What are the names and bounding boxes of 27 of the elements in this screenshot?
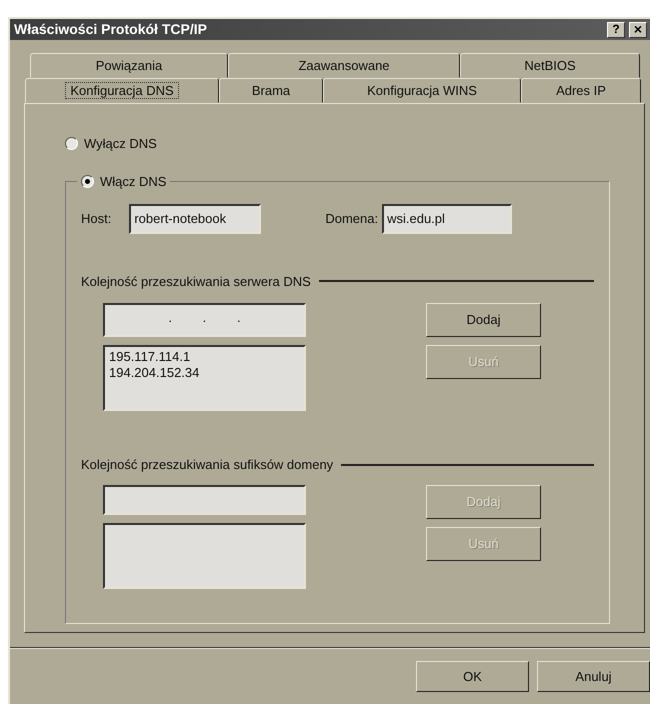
tab[interactable]: Brama — [219, 78, 323, 103]
cancel-button[interactable]: Anuluj — [537, 661, 650, 692]
tab[interactable]: Konfiguracja WINS — [323, 78, 521, 103]
close-button[interactable]: × — [629, 22, 647, 38]
tab[interactable]: NetBIOS — [460, 53, 640, 78]
section-heading: Kolejność przeszukiwania sufiksów domeny — [81, 456, 334, 474]
list-item[interactable]: 195.117.114.1 — [109, 349, 300, 365]
list-box[interactable] — [103, 522, 306, 588]
tab[interactable]: Powiązania — [30, 53, 228, 78]
tab[interactable]: Konfiguracja DNS — [25, 78, 219, 103]
tab[interactable]: Adres IP — [521, 78, 641, 103]
section-heading: Kolejność przeszukiwania serwera DNS — [81, 272, 311, 291]
radio-button[interactable]: Wyłącz DNS — [65, 134, 157, 154]
radio-button[interactable]: Włącz DNS — [81, 172, 166, 191]
window-title: Właściwości Protokół TCP/IP — [14, 20, 207, 39]
domain-field[interactable]: wsi.edu.pl — [382, 204, 512, 234]
host-label: Host: — [81, 210, 112, 228]
list-box[interactable]: 195.117.114.1 194.204.152.34 — [103, 345, 306, 411]
list-item[interactable]: 194.204.152.34 — [109, 365, 300, 381]
tab[interactable]: Zaawansowane — [228, 53, 460, 78]
ok-button[interactable]: OK — [416, 661, 529, 692]
suffix-field[interactable] — [103, 484, 306, 514]
domain-label: Domena: — [325, 210, 378, 228]
add-button[interactable]: Dodaj — [426, 303, 541, 337]
ip-address-field[interactable]: . . . — [103, 303, 306, 337]
host-field[interactable]: robert-notebook — [129, 204, 262, 234]
help-button[interactable]: ? — [607, 22, 625, 38]
